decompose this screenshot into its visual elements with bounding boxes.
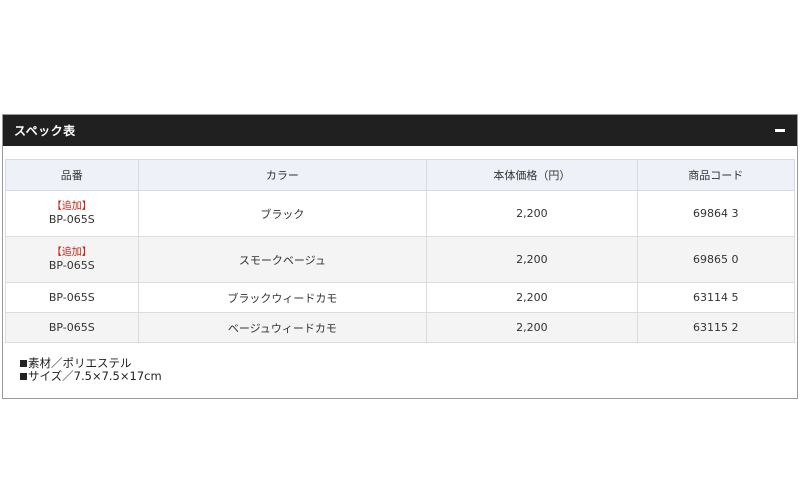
collapse-icon[interactable]: [774, 125, 786, 137]
table-header-row: 品番 カラー 本体価格（円） 商品コード: [5, 159, 796, 191]
added-tag: 【追加】: [51, 247, 92, 258]
note-size: サイズ／7.5×7.5×17cm: [20, 370, 797, 383]
cell-price: 2,200: [426, 312, 638, 343]
table-row: BP-065S ブラックウィードカモ 2,200 63114 5: [5, 282, 796, 313]
cell-product-code: 63114 5: [636, 282, 796, 313]
cell-part-no: 【追加】 BP-065S: [5, 190, 139, 237]
header-color: カラー: [137, 159, 428, 191]
note-size-text: サイズ／7.5×7.5×17cm: [28, 369, 162, 383]
table-row: 【追加】 BP-065S ブラック 2,200 69864 3: [5, 190, 796, 237]
spec-panel: スペック表 品番 カラー 本体価格（円） 商品コード 【追加】 BP-065S …: [2, 114, 798, 399]
header-part-no: 品番: [5, 159, 139, 191]
cell-part-no: BP-065S: [5, 312, 139, 343]
cell-price: 2,200: [426, 190, 638, 237]
cell-color: ブラックウィードカモ: [137, 282, 428, 313]
table-row: BP-065S ベージュウィードカモ 2,200 63115 2: [5, 312, 796, 343]
header-price: 本体価格（円）: [426, 159, 638, 191]
table-row: 【追加】 BP-065S スモークベージュ 2,200 69865 0: [5, 236, 796, 283]
part-no-text: BP-065S: [48, 259, 95, 272]
part-no-text: BP-065S: [48, 213, 95, 226]
spec-table: 品番 カラー 本体価格（円） 商品コード 【追加】 BP-065S ブラック 2…: [5, 159, 796, 343]
spec-panel-title: スペック表: [14, 124, 76, 138]
spec-notes: 素材／ポリエステル サイズ／7.5×7.5×17cm: [3, 343, 797, 383]
cell-price: 2,200: [426, 236, 638, 283]
cell-part-no: BP-065S: [5, 282, 139, 313]
added-tag: 【追加】: [51, 201, 92, 212]
cell-product-code: 63115 2: [636, 312, 796, 343]
cell-color: ブラック: [137, 190, 428, 237]
cell-part-no: 【追加】 BP-065S: [5, 236, 139, 283]
cell-color: ベージュウィードカモ: [137, 312, 428, 343]
header-product-code: 商品コード: [636, 159, 796, 191]
square-bullet-icon: [20, 373, 27, 380]
cell-product-code: 69865 0: [636, 236, 796, 283]
spec-panel-header[interactable]: スペック表: [3, 115, 797, 146]
cell-color: スモークベージュ: [137, 236, 428, 283]
cell-price: 2,200: [426, 282, 638, 313]
square-bullet-icon: [20, 360, 27, 367]
cell-product-code: 69864 3: [636, 190, 796, 237]
